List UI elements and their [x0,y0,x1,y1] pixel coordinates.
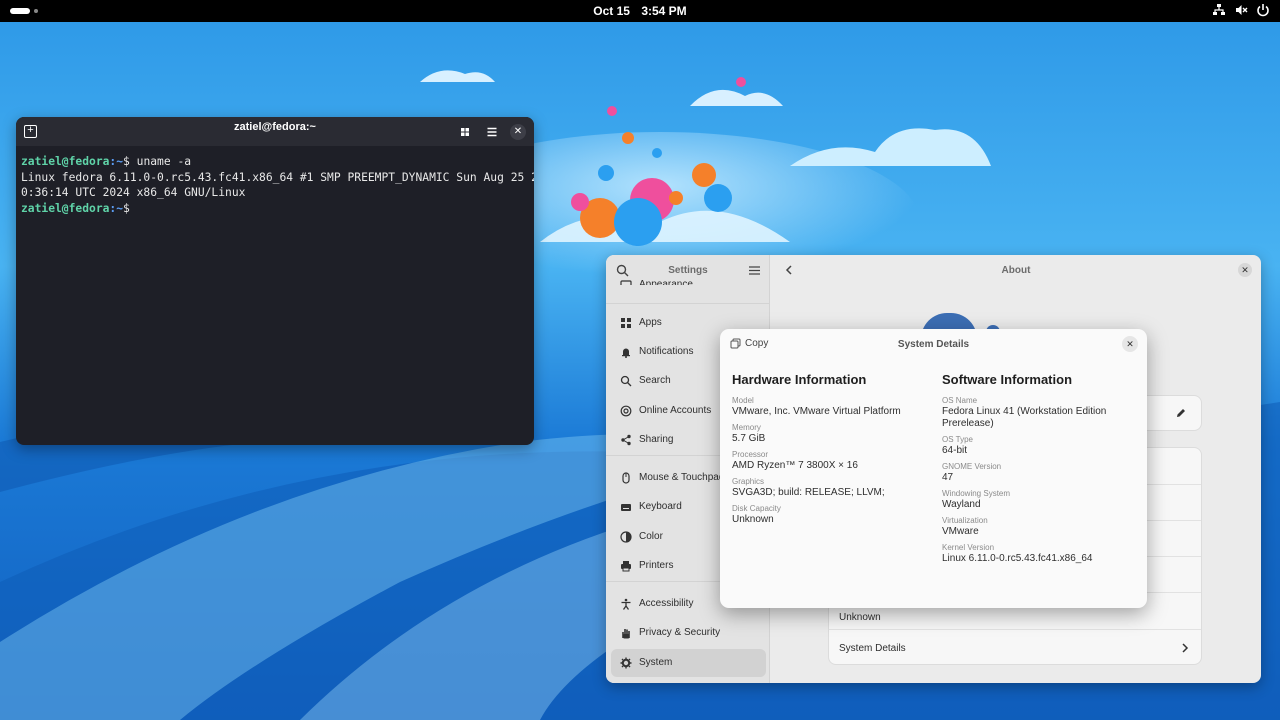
about-title: About [1001,265,1031,276]
sidebar-item-label: System [639,657,673,668]
field-label: GNOME Version [942,462,1002,471]
detail-field: Windowing System Wayland [942,488,1132,511]
settings-close-button[interactable]: ✕ [1238,263,1252,277]
dialog-title: System Details [897,339,970,350]
sidebar-item-label: Apps [639,317,662,328]
detail-field: Virtualization VMware [942,515,1132,538]
clock-time: 3:54 PM [641,4,687,18]
prompt-path: :~ [109,201,124,215]
field-label: OS Type [942,435,973,444]
field-value: 64-bit [942,445,968,456]
terminal-line: 0:36:14 UTC 2024 x86_64 GNU/Linux [21,186,246,199]
prompt-user: zatiel@fedora [21,155,110,168]
field-value: Unknown [732,514,774,525]
field-label: Graphics [732,477,765,486]
sidebar-item-system[interactable]: System [611,649,766,677]
command-text: uname -a [136,155,192,168]
field-value: 5.7 GiB [732,433,766,444]
field-value: AMD Ryzen™ 7 3800X × 16 [732,460,858,471]
terminal-header[interactable]: + zatiel@fedora:~ ✕ [16,117,534,146]
field-label: OS Name [942,396,978,405]
top-bar: Oct 15 3:54 PM [0,0,1280,22]
volume-muted-icon [1234,3,1248,17]
terminal-line: Linux fedora 6.11.0-0.rc5.43.fc41.x86_64… [21,170,534,184]
hardware-section: Hardware Information Model VMware, Inc. V… [732,372,922,530]
hand-icon [622,629,630,639]
software-heading: Software Information [942,372,1073,387]
detail-field: OS Name Fedora Linux 41 (Workstation Edit… [942,395,1132,430]
sidebar-item-label: Privacy & Security [639,627,721,638]
appearance-icon [620,280,632,285]
bell-icon [622,348,630,358]
dialog-close-button[interactable]: ✕ [1122,336,1138,352]
system-tray[interactable] [1212,3,1270,17]
sidebar-item-privacy-security[interactable]: Privacy & Security [611,619,766,647]
sidebar-item-appearance[interactable]: Appearance [611,271,766,285]
terminal-output[interactable]: zatiel@fedora:~$ uname -a Linux fedora 6.… [16,146,534,224]
detail-field: Disk Capacity Unknown [732,503,922,526]
field-value: Wayland [942,499,981,510]
tab-overview-icon[interactable] [457,124,473,140]
color-icon [620,531,632,543]
chevron-right-icon[interactable] [1179,642,1191,654]
power-icon [1256,3,1270,17]
detail-field: Graphics SVGA3D; build: RELEASE; LLVM; [732,476,922,499]
field-value: VMware [942,526,979,537]
field-label: Virtualization [942,516,988,525]
printer-icon [621,561,631,572]
field-value: VMware, Inc. VMware Virtual Platform [732,406,901,417]
field-label: Windowing System [942,489,1011,498]
field-label: Processor [732,450,769,459]
field-label: Kernel Version [942,543,995,552]
field-value: 47 [942,472,954,483]
detail-field: Model VMware, Inc. VMware Virtual Platfor… [732,395,922,418]
terminal-line: zatiel@fedora:~$ [21,201,529,217]
network-icon [1212,3,1226,17]
clock-date: Oct 15 [593,4,630,18]
field-label: Memory [732,423,761,432]
prompt-symbol: $ [123,201,130,215]
detail-field: GNOME Version 47 [942,461,1132,484]
pencil-icon[interactable] [1175,407,1187,419]
system-details-dialog: Copy System Details ✕ Hardware Informati… [720,329,1147,608]
detail-field: Kernel Version Linux 6.11.0-0.rc5.43.fc41… [942,542,1132,565]
sidebar-separator [606,303,770,304]
field-label: Model [732,396,754,405]
detail-field: Memory 5.7 GiB [732,422,922,445]
accessibility-icon [621,598,631,610]
share-icon [621,434,631,446]
system-details-link[interactable]: System Details [839,643,906,654]
hamburger-menu-icon[interactable] [484,124,500,140]
prompt-symbol: $ [123,155,137,168]
sidebar-item-label: Appearance [639,279,693,285]
detail-field: OS Type 64-bit [942,434,1132,457]
at-icon [620,405,632,417]
field-value: Linux 6.11.0-0.rc5.43.fc41.x86_64 [942,553,1093,564]
prompt-path: :~ [109,155,124,168]
clock[interactable]: Oct 15 3:54 PM [0,4,1280,18]
terminal-line: zatiel@fedora:~$ uname -a [21,154,529,170]
search-icon [620,375,632,387]
disk-capacity-value: Unknown [839,612,881,623]
software-section: Software Information OS Name Fedora Linux… [942,372,1132,569]
field-value: SVGA3D; build: RELEASE; LLVM; [732,487,885,498]
apps-icon [621,318,631,328]
terminal-window[interactable]: + zatiel@fedora:~ ✕ zatiel@fedora:~$ una… [16,117,534,445]
about-header: About ✕ [771,255,1261,285]
detail-field: Processor AMD Ryzen™ 7 3800X × 16 [732,449,922,472]
terminal-close-button[interactable]: ✕ [510,124,526,140]
keyboard-icon [621,504,631,511]
prompt-user: zatiel@fedora [21,201,110,215]
mouse-icon [622,472,630,484]
hardware-heading: Hardware Information [732,372,867,387]
field-value: Fedora Linux 41 (Workstation Edition Pre… [942,406,1107,429]
field-label: Disk Capacity [732,504,781,513]
gear-icon [620,657,632,669]
